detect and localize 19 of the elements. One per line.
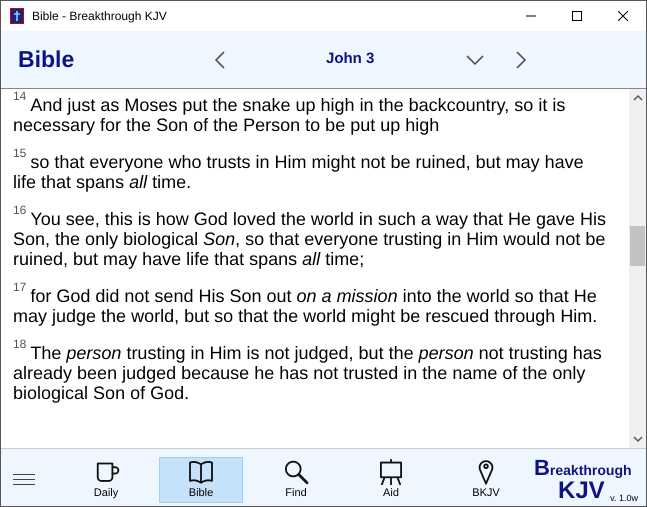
nav-tab[interactable]: BKJV <box>444 456 528 502</box>
chapter-label: John 3 <box>326 49 374 70</box>
logo-kjv: KJV <box>558 478 605 502</box>
version-label: v. 1.0w <box>610 494 638 502</box>
close-icon <box>618 11 628 21</box>
nav-tab[interactable]: Bible <box>159 456 243 502</box>
app-icon <box>10 8 24 24</box>
maximize-icon <box>572 11 582 21</box>
chevron-down-icon <box>466 54 484 64</box>
nav-tab[interactable]: Find <box>254 456 338 502</box>
page-title: Bible <box>18 45 76 74</box>
scrollbar[interactable] <box>629 89 646 448</box>
chevron-left-icon <box>215 50 225 68</box>
scrollbar-thumb[interactable] <box>630 226 645 266</box>
window-title: Bible - Breakthrough KJV <box>32 8 167 25</box>
chevron-right-icon <box>516 50 526 68</box>
nav-tab[interactable]: Daily <box>64 456 148 502</box>
nav-tab[interactable]: Aid <box>349 456 433 502</box>
logo-text: Breakthrough <box>534 456 632 478</box>
